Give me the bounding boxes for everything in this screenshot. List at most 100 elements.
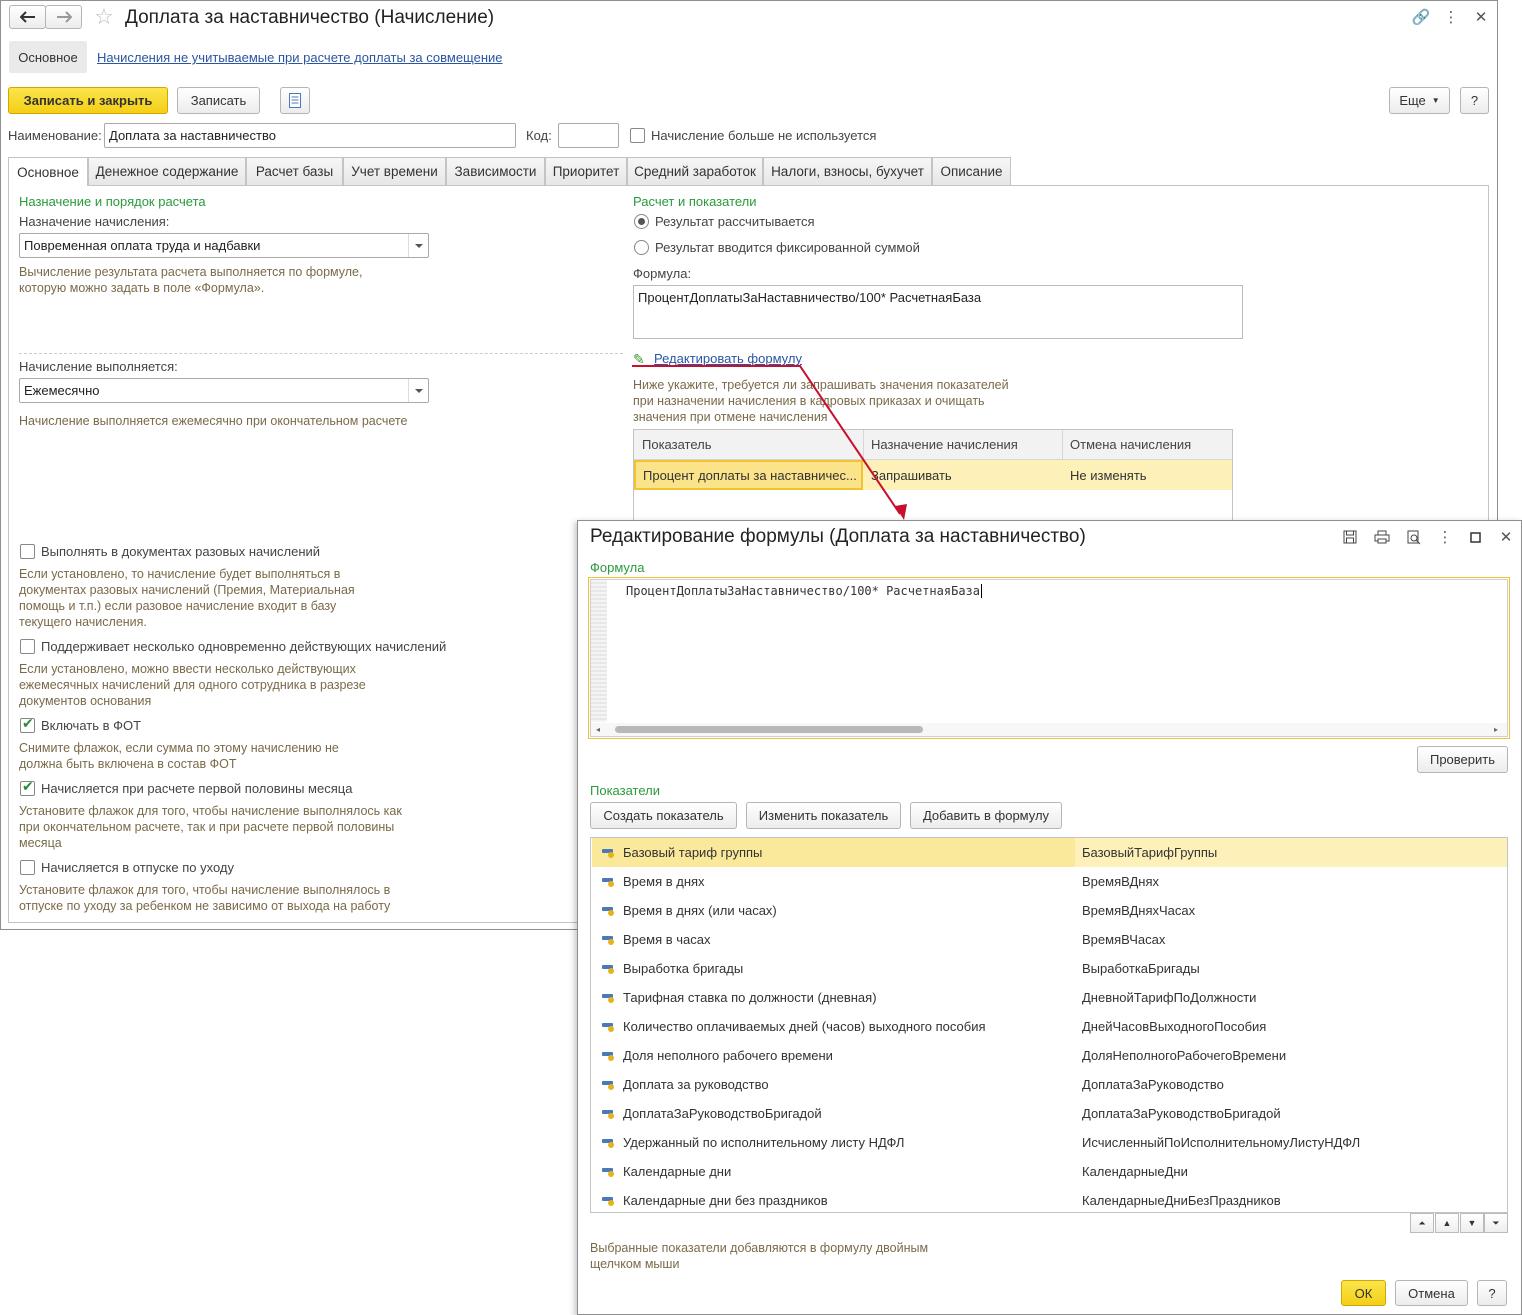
grid-header-cancel[interactable]: Отмена начисления — [1070, 437, 1191, 452]
list-item[interactable]: Время в днях ВремяВДнях — [592, 867, 1507, 896]
radio-calculated[interactable] — [634, 214, 649, 229]
list-item[interactable]: Время в днях (или часах) ВремяВДняхЧасах — [592, 896, 1507, 925]
list-item[interactable]: ДоплатаЗаРуководствоБригадой ДоплатаЗаРук… — [592, 1099, 1507, 1128]
scroll-right-icon[interactable]: ▸ — [1494, 725, 1498, 734]
indicator-icon — [602, 1079, 614, 1090]
create-indicator-button[interactable]: Создать показатель — [590, 802, 737, 829]
left-section-title: Назначение и порядок расчета — [19, 194, 206, 209]
multiple-accruals-checkbox[interactable] — [20, 639, 35, 654]
hint-line: документах разовых начислений (Премия, М… — [19, 583, 355, 597]
indicator-name: Доля неполного рабочего времени — [623, 1048, 833, 1063]
hint-line: Установите флажок для того, чтобы начисл… — [19, 883, 391, 897]
help-button[interactable]: ? — [1460, 87, 1489, 114]
save-button[interactable]: Записать — [177, 87, 260, 114]
list-item[interactable]: Количество оплачиваемых дней (часов) вых… — [592, 1012, 1507, 1041]
favorite-star-icon[interactable]: ☆ — [91, 5, 117, 30]
nav-main[interactable]: Основное — [9, 41, 87, 73]
formula-code[interactable]: ПроцентДоплатыЗаНаставничество/100* Расч… — [626, 584, 983, 598]
tab-taxes[interactable]: Налоги, взносы, бухучет — [763, 157, 932, 185]
list-item[interactable]: Удержанный по исполнительному листу НДФЛ… — [592, 1128, 1507, 1157]
arrow-right-icon — [56, 11, 72, 23]
dropdown-arrow-icon[interactable] — [408, 379, 428, 402]
purpose-select[interactable]: Повременная оплата труда и надбавки — [19, 233, 429, 258]
maximize-icon[interactable] — [1465, 526, 1485, 548]
ok-button[interactable]: ОК — [1341, 1280, 1386, 1306]
change-indicator-button[interactable]: Изменить показатель — [746, 802, 901, 829]
help-button[interactable]: ? — [1477, 1280, 1507, 1306]
onetime-docs-checkbox[interactable] — [20, 544, 35, 559]
indicator-name: Количество оплачиваемых дней (часов) вых… — [623, 1019, 986, 1034]
list-item[interactable]: Доля неполного рабочего времени ДоляНепол… — [592, 1041, 1507, 1070]
scroll-down-icon[interactable]: ▼ — [1460, 1213, 1484, 1233]
more-vertical-icon[interactable]: ⋮ — [1441, 7, 1461, 27]
cancel-button[interactable]: Отмена — [1395, 1280, 1468, 1306]
tab-description[interactable]: Описание — [932, 157, 1011, 185]
more-dropdown-button[interactable]: Еще ▼ — [1389, 87, 1450, 114]
print-icon[interactable] — [1371, 526, 1393, 548]
formula-textarea[interactable]: ПроцентДоплатыЗаНаставничество/100* Расч… — [633, 285, 1243, 339]
preview-icon[interactable] — [1403, 526, 1425, 548]
hint-line: Если установлено, можно ввести несколько… — [19, 662, 356, 676]
horizontal-scrollbar[interactable]: ◂ ▸ — [591, 723, 1507, 736]
indicator-icon — [602, 1050, 614, 1061]
scroll-top-icon[interactable]: ⏶ — [1410, 1213, 1434, 1233]
code-input[interactable] — [558, 123, 619, 148]
report-button[interactable] — [280, 87, 310, 114]
list-item[interactable]: Доплата за руководство ДоплатаЗаРуководст… — [592, 1070, 1507, 1099]
tab-dependencies[interactable]: Зависимости — [446, 157, 545, 185]
editor-gutter — [591, 580, 607, 722]
active-tab-joint — [9, 184, 87, 186]
forward-button[interactable] — [45, 5, 82, 29]
tab-main[interactable]: Основное — [8, 157, 88, 186]
tab-salary[interactable]: Денежное содержание — [88, 157, 246, 185]
list-item[interactable]: Базовый тариф группы БазовыйТарифГруппы — [592, 838, 1507, 867]
check-button[interactable]: Проверить — [1417, 746, 1508, 773]
indicator-icon — [602, 1021, 614, 1032]
tab-time-tracking[interactable]: Учет времени — [343, 157, 446, 185]
scroll-up-icon[interactable]: ▲ — [1435, 1213, 1459, 1233]
parental-leave-checkbox[interactable] — [20, 860, 35, 875]
formula-label: Формула: — [633, 266, 692, 281]
first-half-checkbox[interactable] — [20, 779, 35, 796]
include-fot-checkbox[interactable] — [20, 716, 35, 733]
more-label: Еще — [1399, 93, 1426, 108]
add-to-formula-button[interactable]: Добавить в формулу — [910, 802, 1062, 829]
dropdown-arrow-icon[interactable] — [408, 234, 428, 257]
more-vertical-icon[interactable]: ⋮ — [1435, 526, 1455, 548]
list-item[interactable]: Время в часах ВремяВЧасах — [592, 925, 1507, 954]
close-icon[interactable]: ✕ — [1496, 526, 1516, 548]
radio-fixed[interactable] — [634, 240, 649, 255]
exec-select[interactable]: Ежемесячно — [19, 378, 429, 403]
hint-line: отпуске по уходу за ребенком не зависимо… — [19, 899, 391, 913]
tab-average-earnings[interactable]: Средний заработок — [627, 157, 763, 185]
name-input[interactable]: Доплата за наставничество — [104, 123, 516, 148]
indicator-icon — [602, 847, 614, 858]
scrollbar-thumb[interactable] — [615, 726, 923, 733]
indicator-name: Удержанный по исполнительному листу НДФЛ — [623, 1135, 905, 1150]
purpose-label: Назначение начисления: — [19, 214, 170, 229]
close-icon[interactable]: ✕ — [1471, 7, 1491, 27]
not-used-checkbox[interactable] — [630, 128, 645, 143]
multiple-accruals-hint: Если установлено, можно ввести несколько… — [19, 661, 366, 709]
list-item[interactable]: Календарные дни без праздников Календарны… — [592, 1186, 1507, 1212]
link-icon[interactable]: 🔗 — [1410, 7, 1432, 27]
nav-link-excluded-accruals[interactable]: Начисления не учитываемые при расчете до… — [97, 50, 503, 65]
list-item[interactable]: Тарифная ставка по должности (дневная) Дн… — [592, 983, 1507, 1012]
save-icon[interactable] — [1339, 526, 1361, 548]
save-and-close-button[interactable]: Записать и закрыть — [8, 87, 168, 114]
tab-priority[interactable]: Приоритет — [545, 157, 627, 185]
multiple-accruals-label: Поддерживает несколько одновременно дейс… — [41, 639, 447, 654]
list-item[interactable]: Календарные дни КалендарныеДни — [592, 1157, 1507, 1186]
tab-base-calc[interactable]: Расчет базы — [246, 157, 343, 185]
scroll-bottom-icon[interactable]: ⏷ — [1484, 1213, 1508, 1233]
hint-line: документов основания — [19, 694, 152, 708]
formula-editor[interactable]: ПроцентДоплатыЗаНаставничество/100* Расч… — [590, 579, 1508, 737]
formula-code-text: ПроцентДоплатыЗаНаставничество/100* Расч… — [626, 584, 981, 598]
back-button[interactable] — [9, 5, 46, 29]
indicator-name: Базовый тариф группы — [623, 845, 763, 860]
list-item[interactable]: Выработка бригады ВыработкаБригады — [592, 954, 1507, 983]
scroll-left-icon[interactable]: ◂ — [596, 725, 600, 734]
callout-arrow — [632, 365, 907, 520]
hint-line: ежемесячных начислений для одного сотруд… — [19, 678, 366, 692]
grid-cell-cancel[interactable]: Не изменять — [1070, 468, 1147, 483]
